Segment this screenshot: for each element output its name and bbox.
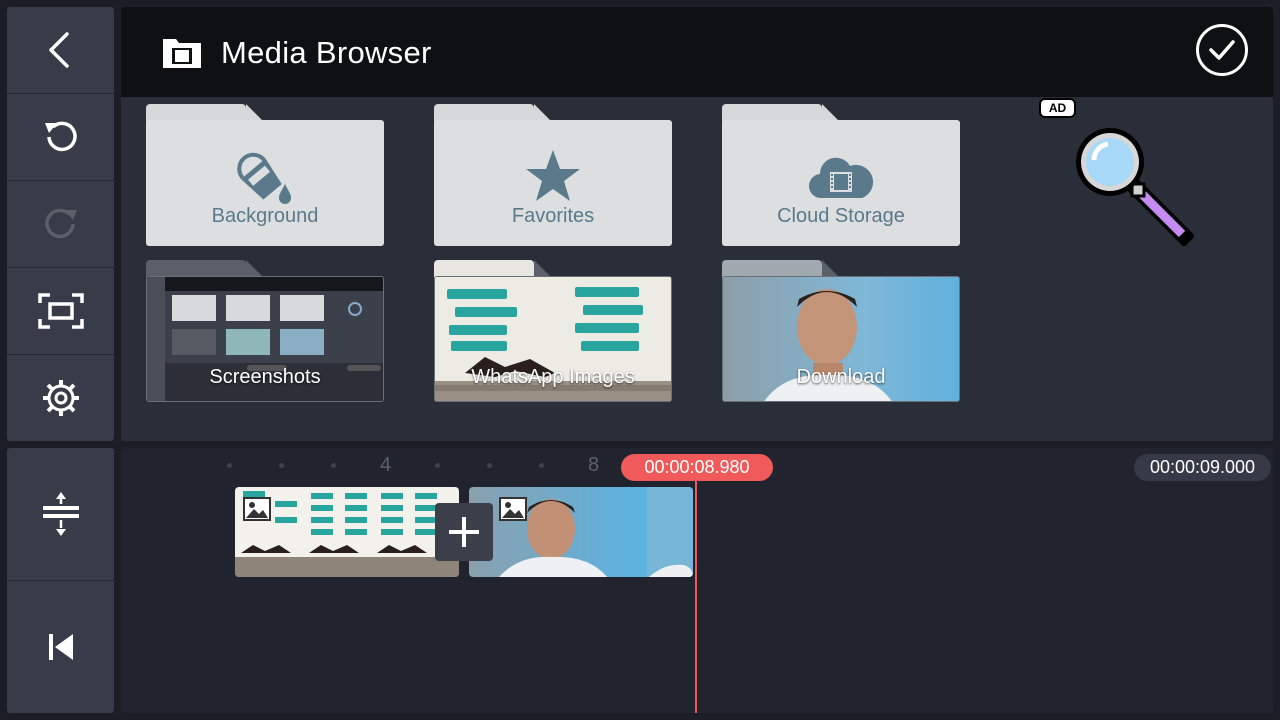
folder-favorites[interactable]: Favorites [434, 104, 672, 246]
media-folder-icon [163, 39, 201, 68]
paint-bucket-icon [237, 152, 291, 204]
fit-screen-button[interactable] [7, 268, 114, 355]
ruler-tick [435, 463, 440, 468]
confirm-button[interactable] [1196, 24, 1248, 76]
timeline-clip[interactable] [235, 487, 459, 577]
folder-label: Screenshots [209, 366, 321, 388]
ruler-tick [227, 463, 232, 468]
sidebar-top [7, 7, 114, 441]
undo-icon [44, 121, 77, 152]
magnifier-icon[interactable] [1072, 124, 1194, 246]
folder-screenshots[interactable]: Screenshots [146, 260, 384, 402]
back-button[interactable] [7, 7, 114, 94]
ruler-label: 8 [588, 454, 600, 476]
folder-cloud-storage[interactable]: Cloud Storage [722, 104, 960, 246]
plus-icon [449, 517, 479, 547]
chevron-left-icon [48, 32, 69, 68]
gear-icon [42, 380, 79, 416]
ruler-tick [279, 463, 284, 468]
settings-button[interactable] [7, 355, 114, 441]
fit-screen-icon [37, 293, 84, 329]
total-time-badge: 00:00:09.000 [1134, 454, 1271, 481]
timeline-expand-button[interactable] [7, 448, 114, 581]
folder-label: Download [796, 366, 886, 388]
redo-icon [44, 208, 77, 239]
image-type-icon [499, 497, 527, 521]
folder-label: Background [211, 205, 319, 227]
expand-vertical-icon [42, 492, 79, 536]
browser-header: Media Browser [121, 7, 1273, 97]
ruler-label: 4 [380, 454, 392, 476]
folder-label: WhatsApp Images [471, 366, 635, 388]
ad-badge: AD [1039, 98, 1076, 118]
folder-background[interactable]: Background [146, 104, 384, 246]
timeline-clip[interactable] [469, 487, 693, 577]
ruler-tick [331, 463, 336, 468]
folder-label: Favorites [511, 205, 595, 227]
folder-whatsapp-images[interactable]: WhatsApp Images [434, 260, 672, 402]
playhead[interactable] [695, 481, 697, 713]
redo-button[interactable] [7, 181, 114, 268]
ruler-tick [487, 463, 492, 468]
image-type-icon [243, 497, 271, 521]
folder-download[interactable]: Download [722, 260, 960, 402]
checkmark-icon [1209, 40, 1235, 60]
page-title: Media Browser [221, 35, 432, 70]
add-transition-button[interactable] [435, 503, 493, 561]
go-to-start-button[interactable] [7, 581, 114, 713]
ruler-tick [539, 463, 544, 468]
undo-button[interactable] [7, 94, 114, 181]
cloud-film-icon [808, 157, 874, 199]
skip-to-start-icon [48, 634, 73, 660]
current-time-badge: 00:00:08.980 [621, 454, 773, 481]
sidebar-bottom [7, 448, 114, 713]
star-icon [526, 150, 580, 201]
folder-label: Cloud Storage [777, 205, 905, 227]
